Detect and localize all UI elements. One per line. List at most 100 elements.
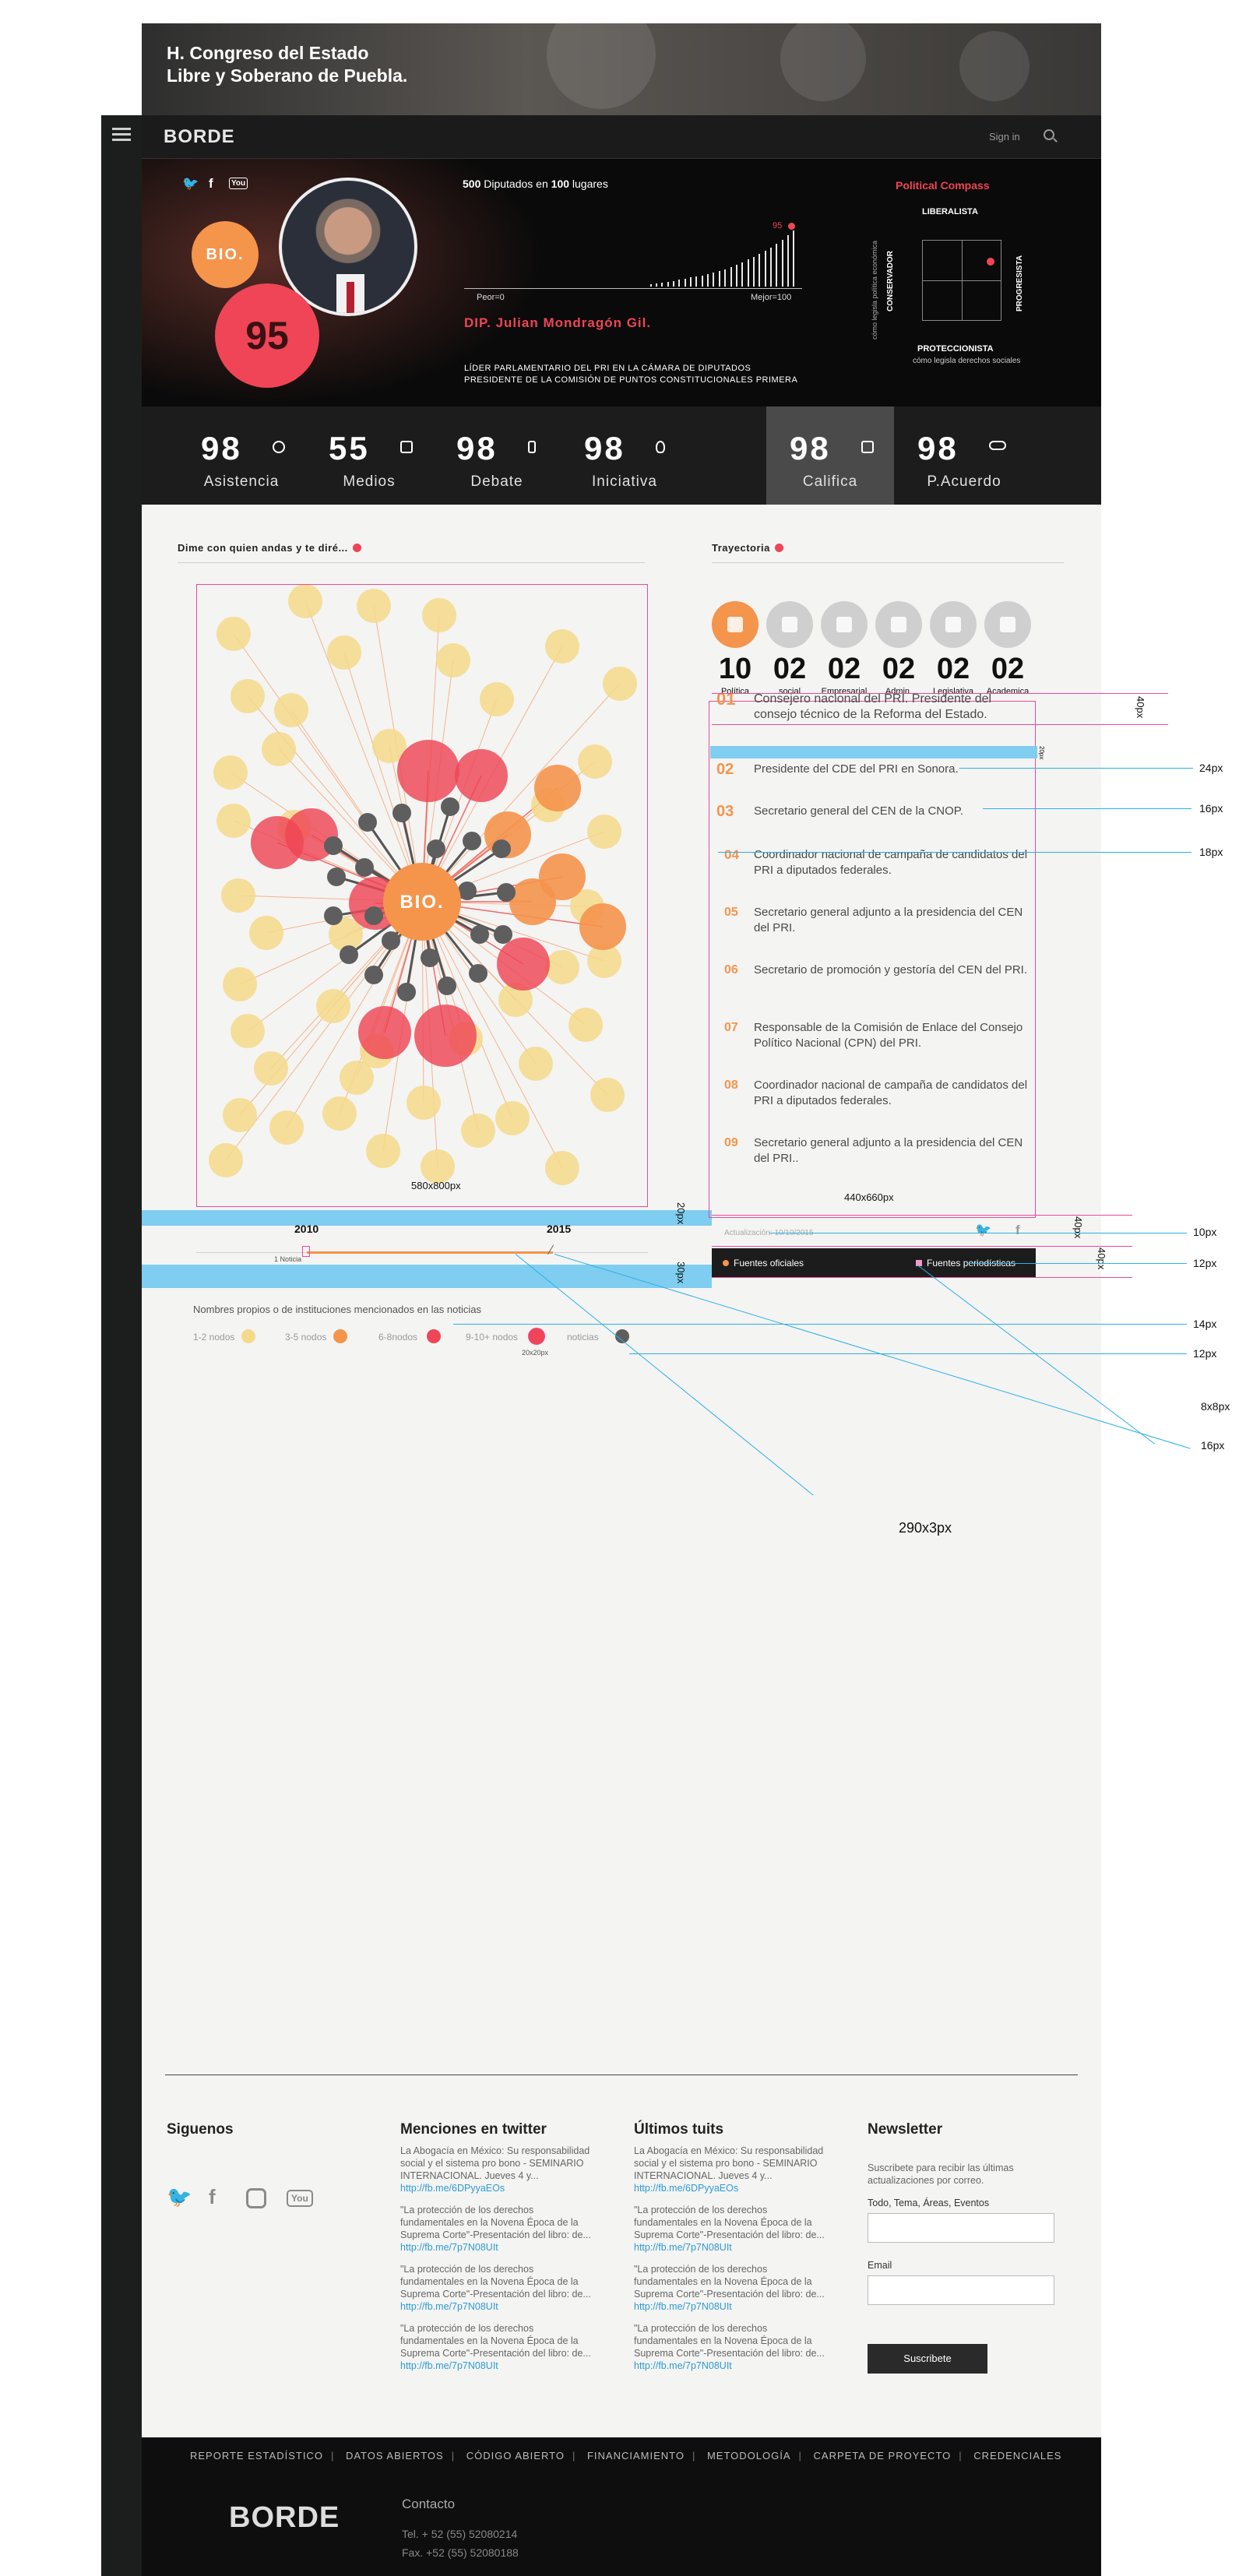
compass-bottom-label: PROTECCIONISTA: [917, 344, 994, 354]
mention-2-link[interactable]: http://fb.me/7p7N08UIt: [400, 2242, 498, 2253]
building-icon: [712, 601, 759, 648]
handshake-icon: [989, 441, 1006, 450]
ranking-histogram: [464, 226, 802, 287]
footer-link-carpeta[interactable]: CARPETA DE PROYECTO: [814, 2450, 952, 2462]
topics-input[interactable]: [868, 2213, 1054, 2243]
histogram-bar: [781, 240, 783, 287]
mention-1-link[interactable]: http://fb.me/6DPyyaEOs: [400, 2183, 505, 2194]
annotation-24px: 24px: [1199, 762, 1223, 774]
worst-label: Peor=0: [477, 293, 505, 302]
stat-medios[interactable]: 55 Medios: [305, 406, 433, 505]
histogram-bar: [684, 279, 686, 287]
facebook-icon[interactable]: f: [209, 176, 213, 192]
annotation-18px: 18px: [1199, 846, 1223, 858]
borde-logo[interactable]: BORDE: [164, 126, 235, 148]
facebook-share-icon[interactable]: f: [1015, 1223, 1020, 1238]
trayectoria-title-rule: [712, 562, 1064, 563]
footer-link-datos[interactable]: DATOS ABIERTOS: [346, 2450, 444, 2462]
mention-3-link[interactable]: http://fb.me/7p7N08UIt: [400, 2301, 498, 2312]
stat-asistencia[interactable]: 98 Asistencia: [178, 406, 305, 505]
bio-badge[interactable]: BIO.: [192, 221, 259, 288]
hand-icon: [766, 601, 813, 648]
twitter-icon[interactable]: 🐦: [182, 176, 199, 192]
sign-in-link[interactable]: Sign in: [989, 131, 1020, 143]
stat-iniciativa[interactable]: 98 Iniciativa: [561, 406, 688, 505]
stats-bar: 98 Asistencia 55 Medios 98 Debate 98 Iniciat…: [142, 406, 1101, 505]
stat-califica[interactable]: 98 Califica: [766, 406, 894, 505]
info-pin-icon[interactable]: [774, 544, 783, 552]
guide-line: [917, 1265, 1156, 1445]
footer-link-credenciales[interactable]: CREDENCIALES: [973, 2450, 1061, 2462]
annotation-10px: 10px: [1193, 1226, 1217, 1238]
stat-debate[interactable]: 98 Debate: [433, 406, 561, 505]
fuentes-oficiales[interactable]: Fuentes oficiales: [723, 1258, 804, 1269]
category-academica[interactable]: 02 Academica: [984, 601, 1031, 696]
annotation-14px: 14px: [1193, 1318, 1217, 1330]
tuit-2-link[interactable]: http://fb.me/7p7N08UIt: [634, 2242, 732, 2253]
footer-link-metodologia[interactable]: METODOLOGÍA: [707, 2450, 791, 2462]
compass-right-label: PROGRESISTA: [1015, 255, 1024, 311]
category-empresarial[interactable]: 02 Empresarial: [821, 601, 868, 696]
histogram-bar: [661, 283, 663, 287]
guide-line: [718, 852, 1191, 853]
annotation-290x3px: 290x3px: [899, 1520, 952, 1536]
annotation-8x8px: 8x8px: [1201, 1400, 1230, 1413]
category-admin[interactable]: 02 Admin.: [875, 601, 922, 696]
instagram-icon[interactable]: [246, 2188, 266, 2208]
best-label: Mejor=100: [751, 293, 792, 302]
stat-pacuerdo[interactable]: 98 P.Acuerdo: [894, 406, 1034, 505]
category-legislativa[interactable]: 02 Legislativa: [930, 601, 977, 696]
annotation-40px-b: 40px: [1072, 1216, 1084, 1239]
histogram-bar: [713, 273, 715, 287]
legend-dot-4: [528, 1328, 545, 1345]
legend-label-2: 3-5 nodos: [285, 1332, 327, 1343]
newsletter-email-label: Email: [868, 2260, 892, 2271]
search-icon[interactable]: [1044, 129, 1054, 140]
compass-top-label: LIBERALISTA: [922, 207, 978, 216]
histogram-bar: [718, 271, 720, 287]
timeline-end-handle[interactable]: [547, 1244, 560, 1258]
legend-label-5: noticias: [567, 1332, 599, 1343]
histogram-bar: [667, 282, 669, 287]
facebook-icon[interactable]: f: [209, 2185, 216, 2209]
twitter-icon[interactable]: 🐦: [167, 2185, 192, 2209]
hamburger-menu-icon[interactable]: [112, 128, 131, 142]
mention-4: "La protección de los derechos fundament…: [400, 2323, 591, 2371]
deputy-role: LÍDER PARLAMENTARIO DEL PRI EN LA CÁMARA…: [464, 364, 798, 385]
clock-icon: [273, 441, 285, 453]
youtube-icon[interactable]: You: [229, 178, 248, 189]
tuit-3-link[interactable]: http://fb.me/7p7N08UIt: [634, 2301, 732, 2312]
timeline-start-handle[interactable]: [302, 1246, 310, 1257]
tuit-4-link[interactable]: http://fb.me/7p7N08UIt: [634, 2360, 732, 2371]
mention-4-link[interactable]: http://fb.me/7p7N08UIt: [400, 2360, 498, 2371]
annotation-16px-b: 16px: [1201, 1439, 1225, 1452]
subscribe-button[interactable]: Suscribete: [868, 2344, 987, 2374]
top-nav: BORDE Sign in: [142, 115, 1101, 159]
histogram-bar: [724, 269, 727, 287]
footer-link-reporte[interactable]: REPORTE ESTADÍSTICO: [190, 2450, 323, 2462]
footer-logo[interactable]: BORDE: [229, 2501, 340, 2535]
footer-link-codigo[interactable]: CÓDIGO ABIERTO: [466, 2450, 565, 2462]
page: H. Congreso del Estado Libre y Soberano …: [142, 23, 1230, 2576]
legend-dot-3: [427, 1329, 441, 1343]
annotation-30px: 30px: [675, 1262, 687, 1284]
twitter-share-icon[interactable]: 🐦: [975, 1223, 991, 1238]
menciones-title: Menciones en twitter: [400, 2121, 547, 2138]
newspaper-icon: [400, 441, 413, 453]
email-input[interactable]: [868, 2275, 1054, 2305]
graph-boundary: [196, 584, 648, 1207]
youtube-icon[interactable]: You: [287, 2190, 313, 2207]
guide-line: [453, 1324, 1187, 1325]
tuit-1-link[interactable]: http://fb.me/6DPyyaEOs: [634, 2183, 738, 2194]
footer-link-financiamiento[interactable]: FINANCIAMIENTO: [587, 2450, 685, 2462]
guide-line: [967, 1263, 1187, 1264]
guide-line: [712, 1215, 1132, 1216]
mention-3: "La protección de los derechos fundament…: [400, 2264, 591, 2312]
category-social[interactable]: 02 social: [766, 601, 813, 696]
info-pin-icon[interactable]: [352, 544, 361, 552]
histogram-bar: [764, 251, 766, 287]
score-badge: 95: [215, 283, 319, 388]
congress-banner: H. Congreso del Estado Libre y Soberano …: [142, 23, 1101, 115]
legend-label-4: 9-10+ nodos: [466, 1332, 519, 1343]
category-politica[interactable]: 10 Política: [712, 601, 759, 696]
